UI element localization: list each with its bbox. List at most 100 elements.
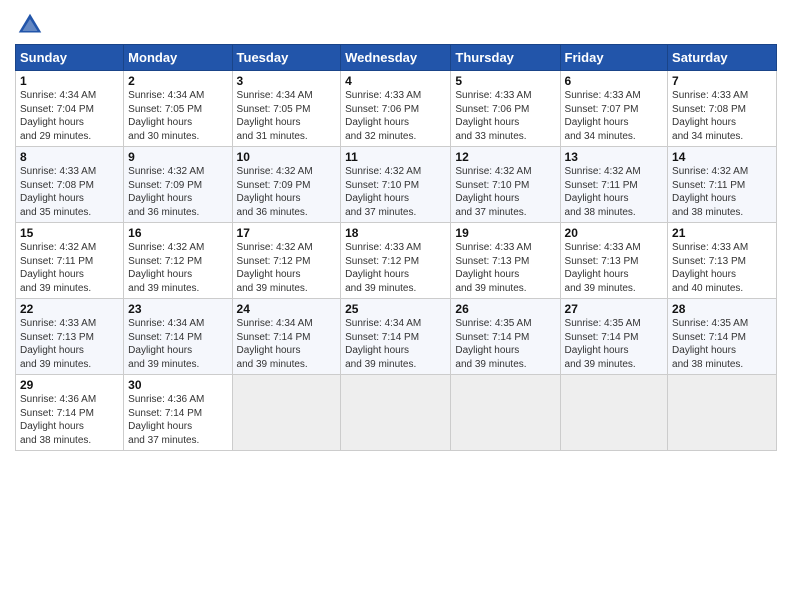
day-number: 19 <box>455 226 555 240</box>
day-number: 26 <box>455 302 555 316</box>
calendar-cell: 22 Sunrise: 4:33 AM Sunset: 7:13 PM Dayl… <box>16 299 124 375</box>
day-number: 9 <box>128 150 227 164</box>
day-info: Sunrise: 4:36 AM Sunset: 7:14 PM Dayligh… <box>128 393 227 447</box>
day-info: Sunrise: 4:32 AM Sunset: 7:10 PM Dayligh… <box>345 165 446 219</box>
logo-icon <box>15 10 45 40</box>
day-info: Sunrise: 4:33 AM Sunset: 7:06 PM Dayligh… <box>345 89 446 143</box>
header <box>15 10 777 40</box>
day-info: Sunrise: 4:32 AM Sunset: 7:11 PM Dayligh… <box>672 165 772 219</box>
day-info: Sunrise: 4:33 AM Sunset: 7:13 PM Dayligh… <box>672 241 772 295</box>
day-number: 21 <box>672 226 772 240</box>
calendar-cell: 11 Sunrise: 4:32 AM Sunset: 7:10 PM Dayl… <box>341 147 451 223</box>
day-number: 20 <box>565 226 664 240</box>
day-number: 13 <box>565 150 664 164</box>
weekday-header-sunday: Sunday <box>16 45 124 71</box>
weekday-header-saturday: Saturday <box>668 45 777 71</box>
calendar-cell: 18 Sunrise: 4:33 AM Sunset: 7:12 PM Dayl… <box>341 223 451 299</box>
calendar-cell: 25 Sunrise: 4:34 AM Sunset: 7:14 PM Dayl… <box>341 299 451 375</box>
day-info: Sunrise: 4:33 AM Sunset: 7:06 PM Dayligh… <box>455 89 555 143</box>
calendar-week-2: 8 Sunrise: 4:33 AM Sunset: 7:08 PM Dayli… <box>16 147 777 223</box>
calendar-cell: 7 Sunrise: 4:33 AM Sunset: 7:08 PM Dayli… <box>668 71 777 147</box>
calendar-cell: 15 Sunrise: 4:32 AM Sunset: 7:11 PM Dayl… <box>16 223 124 299</box>
day-number: 5 <box>455 74 555 88</box>
calendar-cell: 20 Sunrise: 4:33 AM Sunset: 7:13 PM Dayl… <box>560 223 668 299</box>
calendar-week-4: 22 Sunrise: 4:33 AM Sunset: 7:13 PM Dayl… <box>16 299 777 375</box>
calendar-cell: 2 Sunrise: 4:34 AM Sunset: 7:05 PM Dayli… <box>124 71 232 147</box>
calendar-cell: 23 Sunrise: 4:34 AM Sunset: 7:14 PM Dayl… <box>124 299 232 375</box>
weekday-header-row: SundayMondayTuesdayWednesdayThursdayFrid… <box>16 45 777 71</box>
day-info: Sunrise: 4:34 AM Sunset: 7:04 PM Dayligh… <box>20 89 119 143</box>
weekday-header-wednesday: Wednesday <box>341 45 451 71</box>
calendar-cell: 9 Sunrise: 4:32 AM Sunset: 7:09 PM Dayli… <box>124 147 232 223</box>
day-number: 11 <box>345 150 446 164</box>
day-info: Sunrise: 4:35 AM Sunset: 7:14 PM Dayligh… <box>455 317 555 371</box>
day-number: 6 <box>565 74 664 88</box>
day-number: 8 <box>20 150 119 164</box>
day-info: Sunrise: 4:33 AM Sunset: 7:13 PM Dayligh… <box>565 241 664 295</box>
day-number: 23 <box>128 302 227 316</box>
day-info: Sunrise: 4:33 AM Sunset: 7:13 PM Dayligh… <box>20 317 119 371</box>
calendar-cell <box>232 375 341 451</box>
calendar-cell: 26 Sunrise: 4:35 AM Sunset: 7:14 PM Dayl… <box>451 299 560 375</box>
day-info: Sunrise: 4:32 AM Sunset: 7:10 PM Dayligh… <box>455 165 555 219</box>
calendar-cell: 1 Sunrise: 4:34 AM Sunset: 7:04 PM Dayli… <box>16 71 124 147</box>
day-info: Sunrise: 4:32 AM Sunset: 7:09 PM Dayligh… <box>237 165 337 219</box>
calendar-cell <box>341 375 451 451</box>
day-number: 4 <box>345 74 446 88</box>
day-info: Sunrise: 4:34 AM Sunset: 7:05 PM Dayligh… <box>237 89 337 143</box>
day-number: 7 <box>672 74 772 88</box>
day-info: Sunrise: 4:33 AM Sunset: 7:12 PM Dayligh… <box>345 241 446 295</box>
calendar-week-5: 29 Sunrise: 4:36 AM Sunset: 7:14 PM Dayl… <box>16 375 777 451</box>
calendar-cell: 3 Sunrise: 4:34 AM Sunset: 7:05 PM Dayli… <box>232 71 341 147</box>
calendar-cell: 17 Sunrise: 4:32 AM Sunset: 7:12 PM Dayl… <box>232 223 341 299</box>
logo <box>15 10 49 40</box>
day-info: Sunrise: 4:34 AM Sunset: 7:14 PM Dayligh… <box>128 317 227 371</box>
day-info: Sunrise: 4:32 AM Sunset: 7:12 PM Dayligh… <box>237 241 337 295</box>
day-info: Sunrise: 4:32 AM Sunset: 7:11 PM Dayligh… <box>565 165 664 219</box>
day-number: 27 <box>565 302 664 316</box>
calendar-cell: 27 Sunrise: 4:35 AM Sunset: 7:14 PM Dayl… <box>560 299 668 375</box>
calendar-cell: 24 Sunrise: 4:34 AM Sunset: 7:14 PM Dayl… <box>232 299 341 375</box>
calendar-cell: 30 Sunrise: 4:36 AM Sunset: 7:14 PM Dayl… <box>124 375 232 451</box>
day-info: Sunrise: 4:34 AM Sunset: 7:14 PM Dayligh… <box>237 317 337 371</box>
calendar-cell: 13 Sunrise: 4:32 AM Sunset: 7:11 PM Dayl… <box>560 147 668 223</box>
day-info: Sunrise: 4:32 AM Sunset: 7:09 PM Dayligh… <box>128 165 227 219</box>
day-info: Sunrise: 4:34 AM Sunset: 7:14 PM Dayligh… <box>345 317 446 371</box>
day-info: Sunrise: 4:36 AM Sunset: 7:14 PM Dayligh… <box>20 393 119 447</box>
weekday-header-monday: Monday <box>124 45 232 71</box>
day-number: 18 <box>345 226 446 240</box>
calendar-cell: 10 Sunrise: 4:32 AM Sunset: 7:09 PM Dayl… <box>232 147 341 223</box>
calendar-week-3: 15 Sunrise: 4:32 AM Sunset: 7:11 PM Dayl… <box>16 223 777 299</box>
calendar-cell <box>451 375 560 451</box>
day-info: Sunrise: 4:33 AM Sunset: 7:07 PM Dayligh… <box>565 89 664 143</box>
day-info: Sunrise: 4:33 AM Sunset: 7:08 PM Dayligh… <box>20 165 119 219</box>
calendar-table: SundayMondayTuesdayWednesdayThursdayFrid… <box>15 44 777 451</box>
day-number: 16 <box>128 226 227 240</box>
calendar-cell: 29 Sunrise: 4:36 AM Sunset: 7:14 PM Dayl… <box>16 375 124 451</box>
day-number: 12 <box>455 150 555 164</box>
calendar-cell: 28 Sunrise: 4:35 AM Sunset: 7:14 PM Dayl… <box>668 299 777 375</box>
day-number: 28 <box>672 302 772 316</box>
day-number: 30 <box>128 378 227 392</box>
day-number: 2 <box>128 74 227 88</box>
calendar-cell: 8 Sunrise: 4:33 AM Sunset: 7:08 PM Dayli… <box>16 147 124 223</box>
calendar-cell: 12 Sunrise: 4:32 AM Sunset: 7:10 PM Dayl… <box>451 147 560 223</box>
day-number: 15 <box>20 226 119 240</box>
calendar-cell: 21 Sunrise: 4:33 AM Sunset: 7:13 PM Dayl… <box>668 223 777 299</box>
calendar-cell <box>560 375 668 451</box>
day-info: Sunrise: 4:32 AM Sunset: 7:11 PM Dayligh… <box>20 241 119 295</box>
day-info: Sunrise: 4:33 AM Sunset: 7:08 PM Dayligh… <box>672 89 772 143</box>
calendar-cell: 16 Sunrise: 4:32 AM Sunset: 7:12 PM Dayl… <box>124 223 232 299</box>
day-number: 3 <box>237 74 337 88</box>
day-number: 14 <box>672 150 772 164</box>
day-number: 25 <box>345 302 446 316</box>
day-number: 17 <box>237 226 337 240</box>
weekday-header-tuesday: Tuesday <box>232 45 341 71</box>
calendar-cell: 5 Sunrise: 4:33 AM Sunset: 7:06 PM Dayli… <box>451 71 560 147</box>
day-number: 22 <box>20 302 119 316</box>
weekday-header-thursday: Thursday <box>451 45 560 71</box>
day-info: Sunrise: 4:32 AM Sunset: 7:12 PM Dayligh… <box>128 241 227 295</box>
day-info: Sunrise: 4:34 AM Sunset: 7:05 PM Dayligh… <box>128 89 227 143</box>
day-number: 10 <box>237 150 337 164</box>
day-info: Sunrise: 4:33 AM Sunset: 7:13 PM Dayligh… <box>455 241 555 295</box>
